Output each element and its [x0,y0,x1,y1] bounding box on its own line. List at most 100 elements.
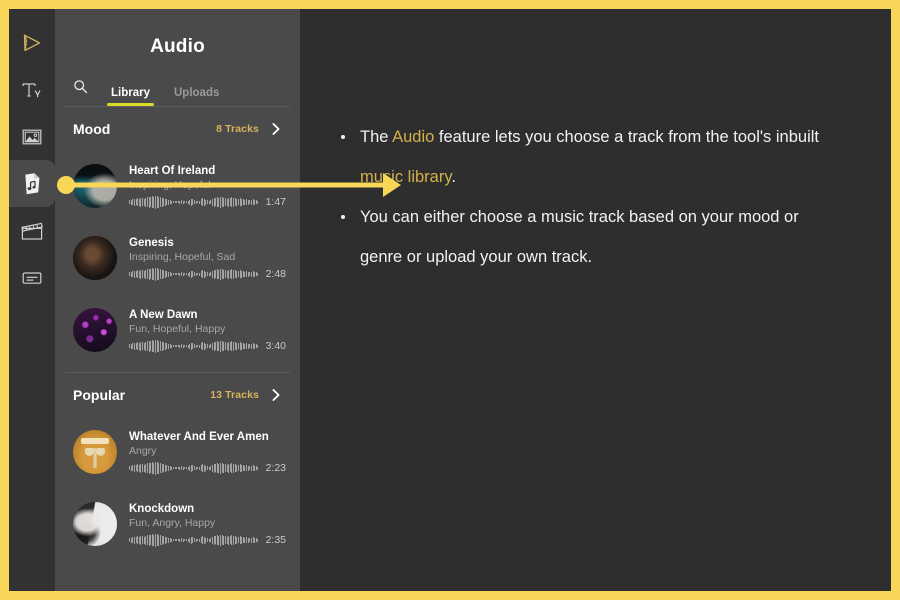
waveform-bar [187,344,189,348]
waveform-bar [210,466,211,470]
waveform-bar [228,269,229,279]
waveform-bar [194,466,195,470]
track-row[interactable]: Whatever And Ever Amen Angry 2:23 [55,416,300,488]
waveform-bar [200,271,202,277]
waveform[interactable] [129,267,258,282]
waveform-bar [250,537,252,543]
audio-panel: Audio Library Uploads Mood 8 Tracks Hear… [55,9,300,591]
waveform-bar [155,267,156,281]
waveform-bar [187,272,189,276]
rail-item-audio[interactable] [9,160,55,207]
waveform-bar [202,270,203,278]
waveform-bar [221,341,223,351]
waveform-bar [150,197,151,207]
waveform-bar [153,196,154,208]
waveform-bar [218,197,219,207]
waveform-bar [156,534,158,546]
waveform-bar [254,537,255,543]
waveform-bar [135,199,137,205]
waveform-bar [203,270,205,278]
waveform-bar [226,464,228,472]
waveform-bar [142,198,143,206]
section-header-popular[interactable]: Popular 13 Tracks [55,373,300,416]
track-row[interactable]: Knockdown Fun, Angry, Happy 2:35 [55,488,300,560]
section-header-mood[interactable]: Mood 8 Tracks [55,107,300,150]
rail-item-text[interactable] [9,66,55,113]
waveform-bar [132,343,133,349]
waveform-bar [223,463,224,473]
waveform-bar [233,341,234,351]
waveform-bar [194,344,195,348]
waveform-bar [231,463,232,473]
waveform-bar [176,467,177,469]
waveform-bar [210,272,211,276]
track-tags: Inspiring, Hopeful [129,178,211,191]
track-row[interactable]: Genesis Inspiring, Hopeful, Sad 2:48 [55,222,300,294]
waveform-bar [215,342,216,350]
waveform[interactable] [129,461,258,476]
waveform-bar [202,536,203,544]
waveform-bar [226,536,228,544]
waveform-bar [221,197,223,207]
waveform-bar [215,270,216,278]
waveform-bar [198,466,200,470]
waveform-bar [133,464,135,472]
waveform-bar [158,462,159,474]
waveform-bar [179,538,180,542]
waveform-bar [239,536,241,544]
waveform-bar [220,268,221,280]
waveform-bar [241,270,242,278]
track-duration: 2:48 [265,268,286,280]
waveform-bar [161,463,163,473]
track-title: Whatever And Ever Amen [129,430,269,443]
waveform-bar [146,197,148,207]
tab-library[interactable]: Library [99,87,162,106]
tab-uploads[interactable]: Uploads [162,87,231,106]
waveform-bar [203,198,205,206]
waveform-bar [133,270,135,278]
waveform-bar [220,462,221,474]
waveform-bar [158,340,159,352]
waveform-bar [192,343,193,349]
media-play-film-icon [20,31,44,55]
waveform-bar [140,341,141,351]
waveform-bar [234,270,236,278]
waveform-bar [254,271,255,277]
waveform-bar [177,539,179,541]
waveform-bar [176,201,177,203]
waveform-bar [205,465,206,471]
track-thumbnail [73,502,117,546]
track-title: Heart Of Ireland [129,164,216,177]
search-button[interactable] [73,79,99,106]
bullet-text: You can either choose a music track base… [360,208,799,266]
waveform-bar [224,270,226,278]
waveform-bar [202,342,203,350]
waveform-bar [171,344,172,348]
waveform-bar [182,272,184,276]
waveform-bar [211,464,213,472]
waveform-bar [177,467,179,469]
waveform-bar [194,538,195,542]
track-row[interactable]: A New Dawn Fun, Hopeful, Happy 3:40 [55,294,300,366]
waveform-bar [181,344,182,348]
waveform-bar [138,464,140,472]
chevron-right-icon[interactable] [270,388,282,402]
waveform-bar [247,343,249,349]
rail-item-video[interactable] [9,207,55,254]
rail-item-images[interactable] [9,113,55,160]
chevron-right-icon[interactable] [270,122,282,136]
rail-item-subtitles[interactable] [9,254,55,301]
rail-item-media[interactable] [9,19,55,66]
waveform-bar [179,466,180,470]
waveform-bar [148,534,150,546]
waveform[interactable] [129,195,258,210]
waveform-bar [192,271,193,277]
waveform-bar [255,466,257,470]
waveform-bar [207,466,208,470]
waveform[interactable] [129,339,258,354]
waveform-bar [211,342,213,350]
track-row[interactable]: Heart Of Ireland Inspiring, Hopeful 1:47 [55,150,300,222]
highlighted-term: Audio [392,128,435,146]
waveform-bar [223,197,224,207]
waveform[interactable] [129,533,258,548]
